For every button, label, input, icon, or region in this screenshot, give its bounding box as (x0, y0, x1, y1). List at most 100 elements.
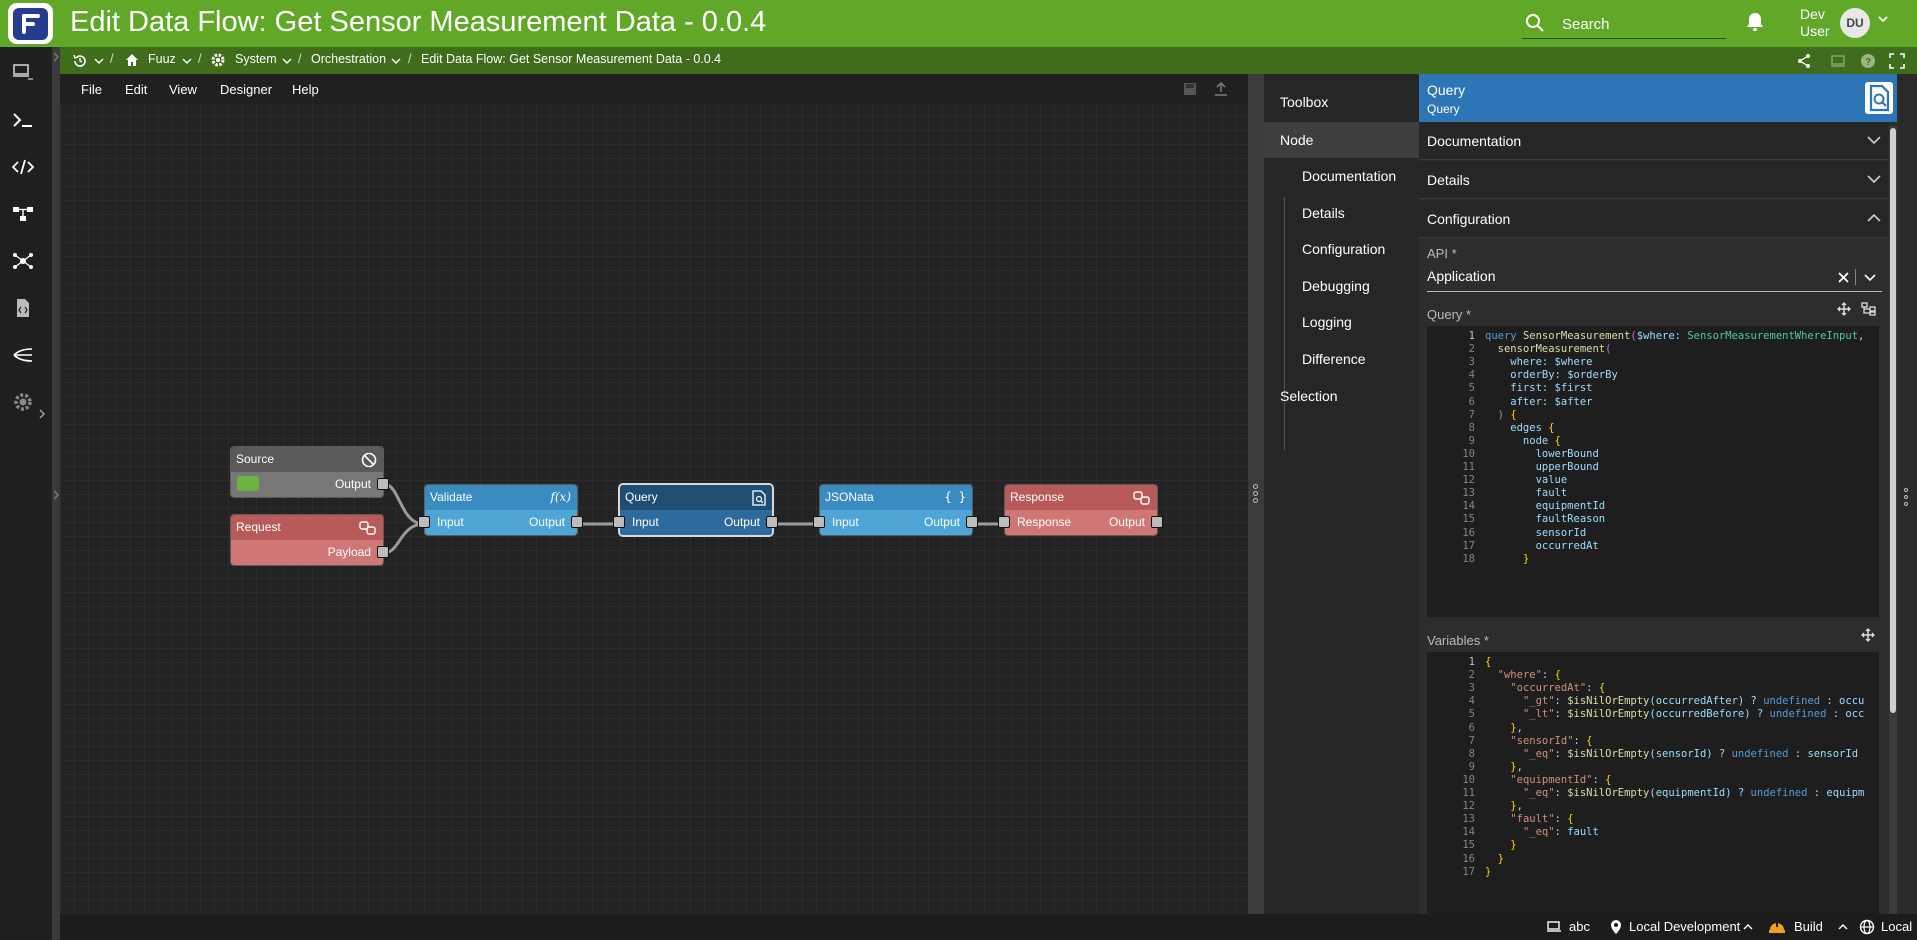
line-number: 7 (1468, 408, 1475, 421)
node-validate[interactable]: Validate f(x) Input Output (418, 485, 583, 535)
section-title: Documentation (1427, 133, 1522, 149)
output-port[interactable] (966, 516, 978, 528)
api-value: Application (1427, 268, 1496, 284)
output-port[interactable] (571, 516, 583, 528)
screen-icon[interactable] (1830, 53, 1846, 69)
node-source[interactable]: Source Output (231, 447, 389, 497)
move-icon[interactable] (1837, 302, 1851, 316)
link-icon (359, 521, 376, 535)
tree-icon[interactable] (1861, 302, 1876, 316)
avatar[interactable]: DU (1840, 8, 1870, 38)
line-number: 17 (1462, 539, 1475, 552)
query-document-icon (1865, 82, 1893, 114)
link-icon (1133, 491, 1150, 505)
nav-details[interactable]: Details (1264, 195, 1419, 231)
line-number: 13 (1462, 487, 1475, 500)
nav-difference[interactable]: Difference (1264, 341, 1419, 377)
output-port[interactable] (377, 546, 389, 558)
fullscreen-icon[interactable] (1889, 53, 1905, 69)
move-icon[interactable] (1861, 628, 1875, 642)
code-line: "_eq": fault (1522, 826, 1599, 839)
chevron-up-icon[interactable] (1743, 923, 1753, 931)
status-build[interactable]: Build (1794, 919, 1823, 934)
chevron-down-icon (1867, 136, 1881, 145)
code-line: "equipmentId": { (1510, 773, 1612, 786)
node-response[interactable]: Response Response Output (998, 485, 1163, 535)
share-icon[interactable] (1796, 53, 1812, 69)
code-line: after: $after (1485, 395, 1593, 408)
code-line: } (1522, 552, 1530, 565)
node-request-title: Request (236, 520, 281, 534)
query-editor[interactable]: 1 query SensorMeasurement($where: SensorM… (1427, 326, 1879, 617)
connection-wires (383, 482, 1004, 555)
search-input[interactable] (1562, 13, 1722, 35)
line-number: 12 (1462, 474, 1475, 487)
clear-icon[interactable] (1838, 272, 1849, 283)
chevron-up-icon[interactable] (1838, 923, 1848, 931)
node-query[interactable]: Query Input Output (613, 485, 778, 535)
status-environment[interactable]: Local Development (1629, 919, 1740, 934)
node-request[interactable]: Request Payload (231, 515, 389, 565)
user-name[interactable]: Dev User (1800, 6, 1840, 40)
nav-logging[interactable]: Logging (1264, 304, 1419, 340)
node-response-output: Output (1108, 515, 1145, 529)
panel-splitter[interactable] (1248, 74, 1264, 914)
select-divider (1855, 269, 1856, 285)
code-line: faultReason (1485, 513, 1606, 526)
output-port[interactable] (1151, 516, 1163, 528)
node-query-output: Output (723, 515, 760, 529)
section-title: Details (1427, 172, 1470, 188)
query-document-icon (752, 490, 766, 506)
node-jsonata-input: Input (832, 515, 859, 529)
line-number: 14 (1462, 500, 1475, 513)
location-pin-icon (1611, 920, 1621, 934)
search-box[interactable] (1522, 9, 1726, 39)
output-port[interactable] (377, 478, 389, 490)
panel-collapse-handle[interactable] (1897, 74, 1917, 914)
line-number: 9 (1468, 760, 1475, 773)
notification-bell-icon[interactable] (1745, 11, 1765, 33)
node-validate-input: Input (437, 515, 464, 529)
node-response-title: Response (1010, 490, 1065, 504)
code-line: fault (1485, 487, 1568, 500)
code-line: }, (1510, 800, 1523, 813)
nav-node[interactable]: Node (1264, 122, 1419, 158)
api-select[interactable]: Application (1427, 262, 1882, 292)
nav-toolbox[interactable]: Toolbox (1264, 84, 1419, 120)
chevron-down-icon[interactable] (1864, 273, 1876, 282)
code-line: sensorMeasurement( (1497, 343, 1612, 356)
line-number: 5 (1468, 382, 1475, 395)
status-project[interactable]: abc (1569, 919, 1590, 934)
input-port[interactable] (813, 516, 825, 528)
help-icon[interactable]: ? (1860, 53, 1876, 69)
section-documentation[interactable]: Documentation (1419, 122, 1889, 160)
toggle-switch[interactable] (237, 476, 259, 491)
api-label: API * (1427, 246, 1457, 261)
scrollbar-thumb[interactable] (1890, 128, 1896, 713)
nav-configuration[interactable]: Configuration (1264, 231, 1419, 267)
variables-editor[interactable]: 1 {2 "where": {3 "occurredAt": {4 "_gt": … (1427, 652, 1879, 914)
code-line: "_eq": $isNilOrEmpty(equipmentId) ? unde… (1522, 787, 1865, 799)
node-jsonata[interactable]: JSONata { } Input Output (813, 485, 978, 535)
code-line: query SensorMeasurement($where: SensorMe… (1485, 330, 1865, 342)
line-number: 15 (1462, 839, 1475, 852)
input-port[interactable] (418, 516, 430, 528)
input-port[interactable] (613, 516, 625, 528)
panel-scrollbar[interactable] (1889, 126, 1897, 914)
nav-debugging[interactable]: Debugging (1264, 268, 1419, 304)
line-number: 3 (1468, 356, 1475, 369)
nav-selection[interactable]: Selection (1264, 378, 1419, 414)
line-number: 8 (1468, 421, 1475, 434)
node-validate-title: Validate (430, 490, 473, 504)
query-label: Query * (1427, 307, 1472, 322)
section-details[interactable]: Details (1419, 161, 1889, 199)
nav-documentation[interactable]: Documentation (1264, 158, 1419, 194)
input-port[interactable] (998, 516, 1010, 528)
section-configuration[interactable]: Configuration (1419, 200, 1889, 238)
chevron-down-icon[interactable] (1877, 14, 1889, 24)
node-response-input: Response (1017, 515, 1072, 529)
chevron-up-icon (1867, 213, 1881, 222)
output-port[interactable] (766, 516, 778, 528)
drag-handle-icon (1904, 488, 1909, 508)
status-locale[interactable]: Local (1881, 919, 1912, 934)
